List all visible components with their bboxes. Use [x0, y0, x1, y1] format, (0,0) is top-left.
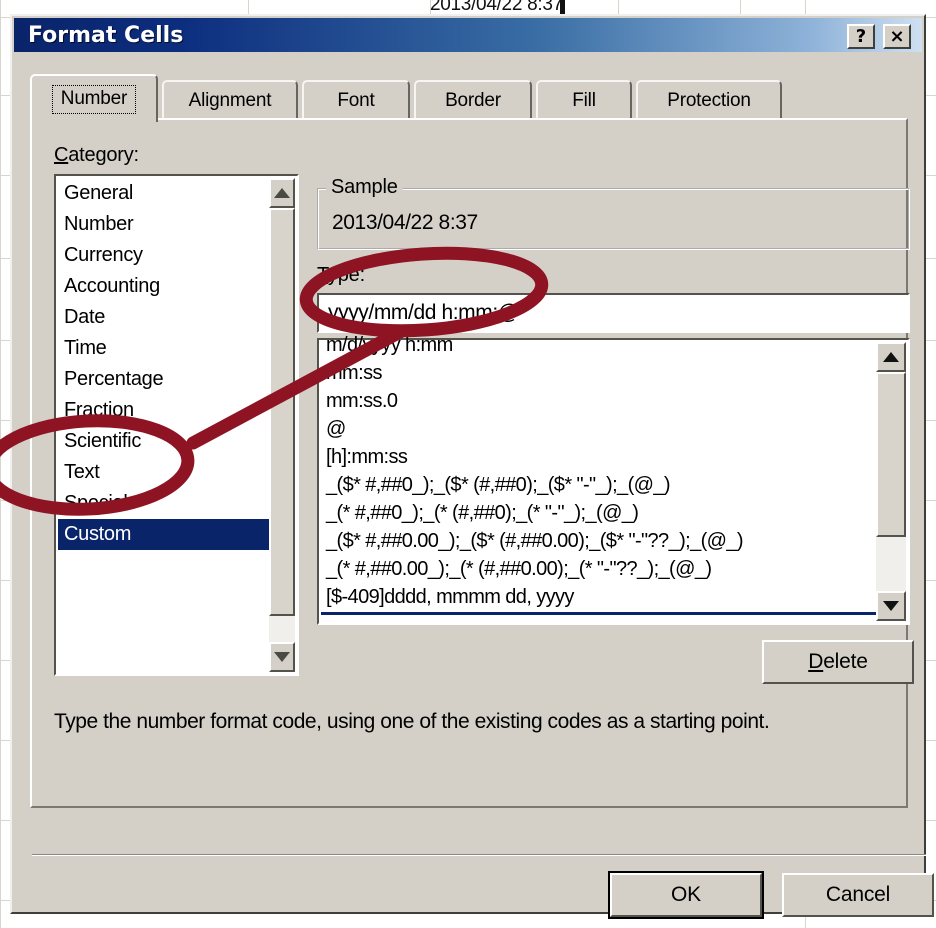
- category-item[interactable]: Custom: [58, 519, 271, 550]
- tab-alignment-label: Alignment: [188, 90, 272, 111]
- format-code-listbox[interactable]: m/d/yyyy h:mm mm:ss mm:ss.0 @ [h]:mm:ss _($* …: [317, 334, 910, 625]
- delete-button-label: Delete: [808, 650, 868, 673]
- category-item[interactable]: Scientific: [58, 426, 271, 457]
- sample-value: 2013/04/22 8:37: [332, 211, 478, 234]
- format-code-list-items[interactable]: m/d/yyyy h:mm mm:ss mm:ss.0 @ [h]:mm:ss _($* …: [321, 332, 876, 615]
- format-code-item[interactable]: yyyy/mm/dd h:mm;@: [321, 612, 876, 615]
- tab-alignment[interactable]: Alignment: [162, 80, 298, 120]
- type-label: Type:: [317, 264, 365, 286]
- tab-protection[interactable]: Protection: [636, 80, 782, 120]
- category-item[interactable]: Percentage: [58, 364, 271, 395]
- tab-number-label: Number: [51, 84, 137, 114]
- help-icon[interactable]: ?: [847, 24, 875, 49]
- category-scroll-up-icon[interactable]: [269, 178, 295, 208]
- category-label-rest: ategory:: [68, 144, 139, 166]
- category-item[interactable]: Fraction: [58, 395, 271, 426]
- format-code-item[interactable]: _($* #,##0.00_);_($* (#,##0.00);_($* "-"…: [321, 528, 876, 556]
- category-item[interactable]: Accounting: [58, 271, 271, 302]
- format-scroll-up-icon[interactable]: [876, 342, 906, 372]
- format-code-item[interactable]: @: [321, 416, 876, 444]
- ok-button[interactable]: OK: [610, 873, 762, 917]
- category-item[interactable]: Date: [58, 302, 271, 333]
- category-listbox[interactable]: General Number Currency Accounting Date Time P…: [54, 174, 299, 676]
- tab-fill[interactable]: Fill: [536, 80, 632, 120]
- format-scroll-thumb[interactable]: [876, 372, 906, 537]
- format-code-item[interactable]: [$-409]dddd, mmmm dd, yyyy: [321, 584, 876, 612]
- delete-button[interactable]: Delete: [762, 640, 914, 684]
- description-text: Type the number format code, using one o…: [54, 710, 770, 733]
- spreadsheet-cell-cursor: [560, 0, 565, 14]
- category-scroll-thumb[interactable]: [269, 208, 295, 616]
- category-label: Category:: [54, 144, 139, 166]
- format-code-item[interactable]: _($* #,##0_);_($* (#,##0);_($* "-"_);_(@…: [321, 472, 876, 500]
- type-label-rest: ype:: [327, 264, 365, 286]
- format-code-item[interactable]: mm:ss: [321, 360, 876, 388]
- tab-fill-label: Fill: [572, 90, 596, 111]
- format-code-item[interactable]: _(* #,##0.00_);_(* (#,##0.00);_(* "-"??_…: [321, 556, 876, 584]
- close-icon[interactable]: ×: [883, 24, 911, 49]
- type-input-value: yyyy/mm/dd h:mm;@: [328, 301, 519, 324]
- category-item[interactable]: Text: [58, 457, 271, 488]
- category-list-items[interactable]: General Number Currency Accounting Date Time P…: [58, 178, 271, 674]
- cancel-button[interactable]: Cancel: [782, 873, 934, 917]
- footer-separator: [32, 854, 926, 856]
- tab-font-label: Font: [337, 90, 375, 111]
- sample-legend: Sample: [326, 176, 403, 199]
- format-code-item[interactable]: _(* #,##0_);_(* (#,##0);_(* "-"_);_(@_): [321, 500, 876, 528]
- tab-protection-label: Protection: [667, 90, 751, 111]
- format-code-item[interactable]: m/d/yyyy h:mm: [321, 332, 876, 360]
- format-scroll-down-icon[interactable]: [876, 591, 906, 621]
- dialog-titlebar[interactable]: Format Cells ? ×: [14, 18, 922, 52]
- category-item[interactable]: Number: [58, 209, 271, 240]
- type-input[interactable]: yyyy/mm/dd h:mm;@: [317, 293, 910, 333]
- category-scroll-down-icon[interactable]: [269, 642, 295, 672]
- category-item[interactable]: General: [58, 178, 271, 209]
- dialog-title: Format Cells: [28, 23, 184, 48]
- category-item[interactable]: Special: [58, 488, 271, 519]
- category-scrollbar[interactable]: [269, 178, 295, 672]
- tab-strip: Number Alignment Font Border Fill Protec…: [30, 74, 908, 122]
- tab-border[interactable]: Border: [414, 80, 532, 120]
- format-scrollbar[interactable]: [876, 342, 906, 621]
- tab-font[interactable]: Font: [302, 80, 410, 120]
- format-cells-dialog: Format Cells ? × Number Alignment Font B…: [10, 14, 934, 917]
- format-code-item[interactable]: [h]:mm:ss: [321, 444, 876, 472]
- category-item[interactable]: Currency: [58, 240, 271, 271]
- format-code-item[interactable]: mm:ss.0: [321, 388, 876, 416]
- category-item[interactable]: Time: [58, 333, 271, 364]
- tab-border-label: Border: [445, 90, 501, 111]
- tab-number[interactable]: Number: [30, 74, 158, 122]
